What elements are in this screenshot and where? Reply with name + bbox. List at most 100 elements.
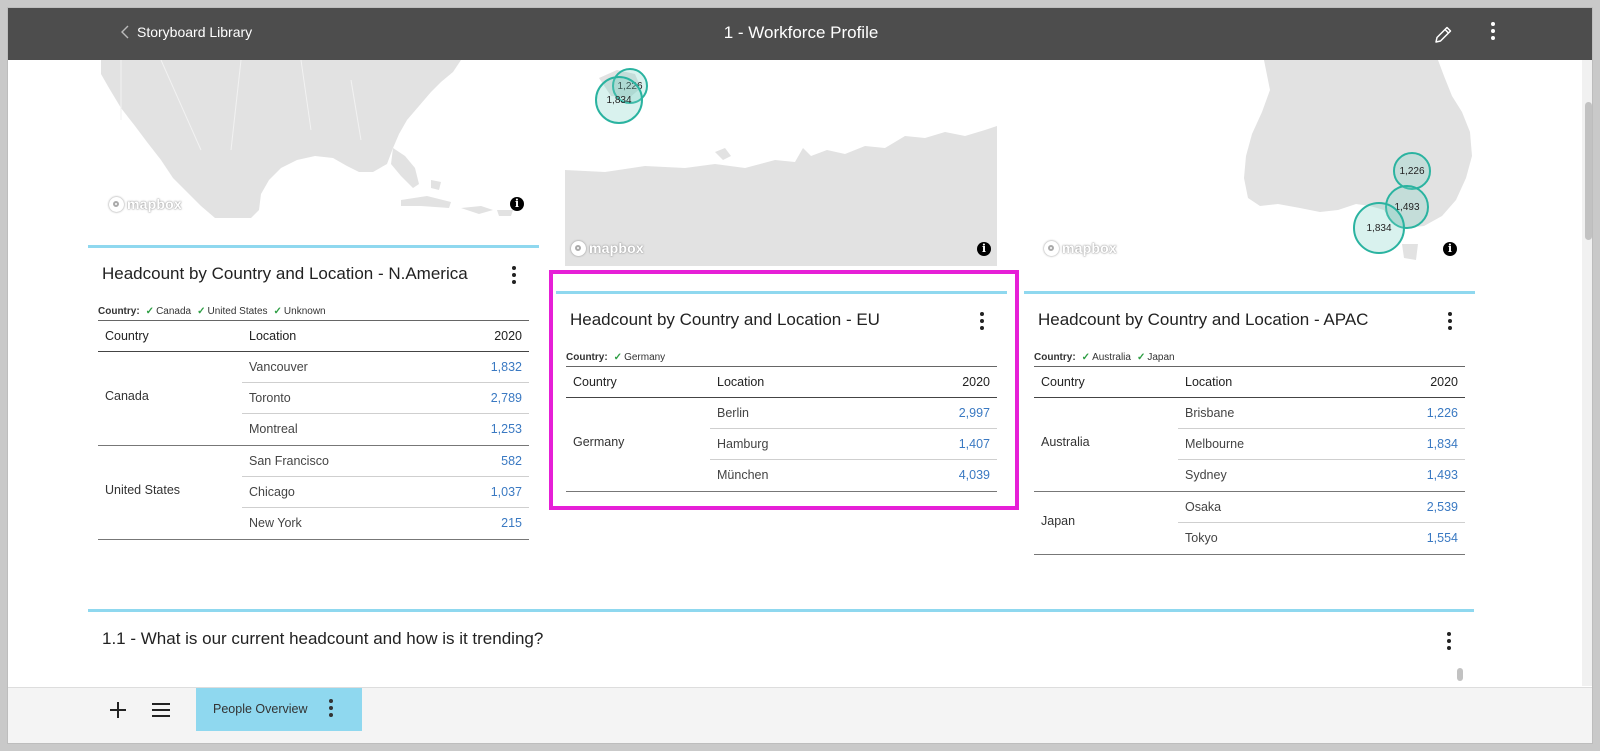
- app-window: Storyboard Library 1 - Workforce Profile…: [7, 7, 1593, 744]
- location-cell: New York: [249, 516, 302, 530]
- location-cell: Toronto: [249, 391, 291, 405]
- table-row[interactable]: Tokyo 1,554: [1178, 523, 1465, 554]
- check-icon: ✓: [1081, 352, 1091, 363]
- value-cell[interactable]: 1,493: [1427, 468, 1458, 482]
- table-row[interactable]: Osaka 2,539: [1178, 492, 1465, 523]
- page-scrollbar[interactable]: [1582, 60, 1592, 686]
- filter-value: Canada: [156, 306, 192, 317]
- map-europe[interactable]: 1,226 1,834 mapbox i: [565, 60, 1007, 266]
- value-cell[interactable]: 2,539: [1427, 500, 1458, 514]
- table-row[interactable]: New York 215: [242, 508, 529, 539]
- table-row[interactable]: Melbourne 1,834: [1178, 429, 1465, 460]
- country-filter[interactable]: Country: ✓ Canada ✓ United States ✓ Unknown: [98, 306, 326, 317]
- filter-chip[interactable]: ✓ Australia: [1082, 352, 1131, 363]
- column-header[interactable]: Country: [1041, 375, 1085, 389]
- location-cell: Melbourne: [1185, 437, 1245, 451]
- scrollbar-thumb[interactable]: [1585, 102, 1592, 240]
- map-bubble[interactable]: 1,226: [1393, 152, 1431, 190]
- table-row[interactable]: San Francisco 582: [242, 446, 529, 477]
- pencil-icon[interactable]: [1432, 24, 1454, 46]
- card-title: Headcount by Country and Location - N.Am…: [102, 264, 468, 283]
- country-cell: Australia: [1041, 435, 1090, 449]
- more-options-icon[interactable]: [1488, 22, 1498, 46]
- country-filter[interactable]: Country: ✓ Australia ✓ Japan: [1034, 352, 1175, 363]
- location-cell: San Francisco: [249, 454, 329, 468]
- country-cell: Japan: [1041, 514, 1076, 528]
- value-cell[interactable]: 1,253: [491, 422, 522, 436]
- mapbox-logo: mapbox: [109, 196, 182, 212]
- info-icon[interactable]: i: [977, 242, 991, 256]
- check-icon: ✓: [1136, 352, 1146, 363]
- card-title: Headcount by Country and Location - APAC: [1038, 310, 1369, 329]
- mapbox-wordmark: mapbox: [1062, 240, 1117, 256]
- table-group: Canada Vancouver 1,832 Toronto 2,789 Montr…: [98, 352, 529, 446]
- map-north-america[interactable]: mapbox i: [101, 60, 539, 218]
- card-headcount-na: Headcount by Country and Location - N.Am…: [88, 245, 539, 545]
- headcount-table: Country Location 2020 Australia Brisbane…: [1034, 366, 1465, 555]
- map-bubble[interactable]: 1,834: [1353, 202, 1405, 254]
- filter-chip[interactable]: ✓ Japan: [1137, 352, 1175, 363]
- map-land-shapes: [101, 60, 513, 218]
- location-cell: Vancouver: [249, 360, 308, 374]
- more-options-icon[interactable]: [1445, 312, 1455, 334]
- filter-value: Japan: [1147, 352, 1175, 363]
- table-row[interactable]: Chicago 1,037: [242, 477, 529, 508]
- table-group: Japan Osaka 2,539 Tokyo 1,554: [1034, 492, 1465, 555]
- check-icon: ✓: [145, 306, 155, 317]
- column-header[interactable]: Country: [105, 329, 149, 343]
- value-cell[interactable]: 1,554: [1427, 531, 1458, 545]
- location-cell: Brisbane: [1185, 406, 1235, 420]
- menu-icon[interactable]: [151, 700, 171, 720]
- page-title: 1 - Workforce Profile: [723, 23, 879, 42]
- selection-highlight: [549, 270, 1019, 510]
- filter-value: United States: [207, 306, 268, 317]
- table-group: Australia Brisbane 1,226 Melbourne 1,834 S…: [1034, 398, 1465, 492]
- value-cell[interactable]: 2,789: [491, 391, 522, 405]
- country-cell: Canada: [105, 389, 149, 403]
- mapbox-wordmark: mapbox: [589, 240, 644, 256]
- plus-icon[interactable]: [108, 700, 128, 720]
- table-header: Country Location 2020: [98, 321, 529, 352]
- location-cell: Montreal: [249, 422, 298, 436]
- location-cell: Tokyo: [1185, 531, 1218, 545]
- value-cell[interactable]: 215: [501, 516, 522, 530]
- filter-chip[interactable]: ✓ Canada: [146, 306, 191, 317]
- filter-label: Country:: [1034, 352, 1076, 363]
- check-icon: ✓: [273, 306, 282, 317]
- value-cell[interactable]: 582: [501, 454, 522, 468]
- location-cell: Chicago: [249, 485, 295, 499]
- card-headcount-apac: Headcount by Country and Location - APAC…: [1024, 291, 1475, 561]
- value-cell[interactable]: 1,834: [1427, 437, 1458, 451]
- tab-label: People Overview: [213, 702, 308, 716]
- info-icon[interactable]: i: [1443, 242, 1457, 256]
- more-options-icon[interactable]: [1444, 632, 1454, 654]
- check-icon: ✓: [197, 306, 206, 317]
- headcount-table: Country Location 2020 Canada Vancouver 1,…: [98, 320, 529, 540]
- more-options-icon[interactable]: [509, 266, 519, 288]
- location-cell: Osaka: [1185, 500, 1222, 514]
- table-row[interactable]: Brisbane 1,226: [1178, 398, 1465, 429]
- tab-people-overview[interactable]: People Overview: [196, 688, 362, 731]
- table-row[interactable]: Toronto 2,789: [242, 383, 529, 414]
- table-row[interactable]: Sydney 1,493: [1178, 460, 1465, 491]
- value-cell[interactable]: 1,832: [491, 360, 522, 374]
- mapbox-logo: mapbox: [571, 240, 644, 256]
- filter-chip[interactable]: ✓ Unknown: [274, 306, 326, 317]
- value-cell[interactable]: 1,037: [491, 485, 522, 499]
- bottom-bar: People Overview: [8, 687, 1592, 743]
- section-card: 1.1 - What is our current headcount and …: [88, 609, 1474, 687]
- country-cell: United States: [105, 483, 181, 497]
- column-header[interactable]: Location: [1185, 375, 1232, 389]
- column-header[interactable]: 2020: [1430, 375, 1458, 389]
- inner-scrollbar-thumb[interactable]: [1457, 668, 1463, 681]
- value-cell[interactable]: 1,226: [1427, 406, 1458, 420]
- column-header[interactable]: Location: [249, 329, 296, 343]
- map-apac[interactable]: 1,226 1,493 1,834 mapbox i: [1038, 60, 1480, 266]
- map-bubble[interactable]: 1,834: [595, 76, 643, 124]
- info-icon[interactable]: i: [510, 197, 524, 211]
- filter-chip[interactable]: ✓ United States: [197, 306, 267, 317]
- table-row[interactable]: Montreal 1,253: [242, 414, 529, 445]
- column-header[interactable]: 2020: [494, 329, 522, 343]
- more-options-icon[interactable]: [326, 699, 336, 721]
- table-row[interactable]: Vancouver 1,832: [242, 352, 529, 383]
